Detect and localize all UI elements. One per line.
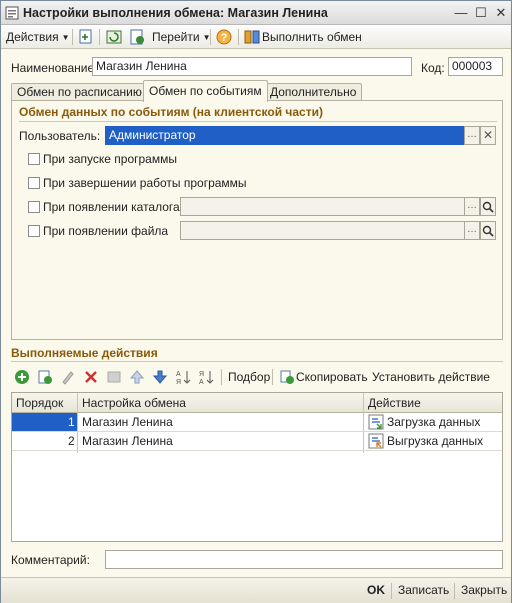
help-icon[interactable]: ? [215, 28, 233, 46]
cell-setting: Магазин Ленина [82, 415, 173, 429]
comment-field[interactable] [105, 550, 503, 569]
actions-menu[interactable]: Действия ▼ [6, 28, 70, 46]
close-button[interactable]: Закрыть [461, 583, 507, 597]
cell-order: 2 [68, 434, 75, 448]
save-button[interactable]: Записать [398, 583, 449, 597]
svg-text:Я: Я [199, 371, 204, 378]
svg-text:A: A [176, 371, 181, 378]
comment-label: Комментарий: [11, 553, 90, 567]
add-row-icon[interactable] [14, 369, 30, 385]
svg-text:?: ? [221, 32, 228, 44]
table-row[interactable]: 2 Магазин Ленина Выгрузка данных [12, 432, 502, 451]
settings-window: Настройки выполнения обмена: Магазин Лен… [0, 0, 512, 603]
move-down-icon[interactable] [152, 369, 168, 385]
execute-exchange-icon [244, 30, 260, 44]
copy-row-icon[interactable] [37, 369, 53, 385]
actions-menu-label: Действия [6, 30, 59, 44]
actions-table: Порядок Настройка обмена Действие 1 Мага… [11, 392, 503, 542]
tab-schedule[interactable]: Обмен по расписанию [11, 83, 148, 101]
copy-icon [280, 370, 294, 384]
on-start-checkbox[interactable] [28, 153, 40, 165]
end-edit-icon[interactable] [106, 369, 122, 385]
delete-icon[interactable] [83, 369, 99, 385]
user-label: Пользователь: [19, 129, 101, 143]
toolbar-divider [210, 29, 211, 45]
ellipsis-icon[interactable]: … [464, 126, 480, 145]
on-start-label: При запуске программы [43, 152, 177, 166]
name-label: Наименование: [11, 61, 98, 75]
on-catalog-label: При появлении каталога [43, 200, 180, 214]
cell-action: Загрузка данных [387, 415, 481, 429]
actions-section-title: Выполняемые действия [11, 346, 158, 360]
cell-setting: Магазин Ленина [82, 434, 173, 448]
app-icon [5, 6, 19, 20]
on-exit-checkbox[interactable] [28, 177, 40, 189]
catalog-path-field[interactable] [180, 197, 465, 216]
goto-menu-label: Перейти [152, 30, 200, 44]
refresh-icon[interactable] [105, 28, 123, 46]
ellipsis-icon[interactable]: … [464, 221, 480, 240]
cell-action: Выгрузка данных [387, 434, 484, 448]
copy-button[interactable]: Скопировать [296, 369, 368, 385]
toolbar-divider [238, 29, 239, 45]
file-path-field[interactable] [180, 221, 465, 240]
close-icon[interactable]: ✕ [493, 5, 509, 21]
chevron-down-icon: ▼ [61, 33, 70, 42]
column-header-action[interactable]: Действие [368, 396, 421, 410]
group-divider [19, 121, 497, 122]
name-field[interactable]: Магазин Ленина [92, 57, 412, 76]
save-document-icon[interactable] [77, 28, 95, 46]
goto-menu[interactable]: Перейти ▼ [152, 28, 210, 46]
footer-divider [454, 583, 455, 599]
table-row[interactable]: 1 Магазин Ленина Загрузка данных [12, 413, 502, 432]
svg-text:A: A [199, 379, 204, 385]
code-field[interactable]: 000003 [448, 57, 503, 76]
table-header: Порядок Настройка обмена Действие [12, 393, 502, 413]
footer-bar: OK Записать Закрыть [1, 577, 511, 603]
cell-order: 1 [68, 415, 75, 429]
edit-icon[interactable] [60, 369, 76, 385]
on-exit-label: При завершении работы программы [43, 176, 247, 190]
window-title: Настройки выполнения обмена: Магазин Лен… [23, 6, 328, 20]
search-icon[interactable] [480, 197, 496, 216]
on-catalog-checkbox[interactable] [28, 201, 40, 213]
tab-additional[interactable]: Дополнительно [264, 83, 363, 101]
maximize-icon[interactable]: ☐ [473, 5, 489, 21]
pick-button[interactable]: Подбор [228, 369, 270, 385]
toolbar-divider [99, 29, 100, 45]
toolbar-divider [72, 29, 73, 45]
clear-icon[interactable]: ✕ [480, 126, 496, 145]
section-divider [11, 361, 503, 362]
set-action-button[interactable]: Установить действие [372, 369, 490, 385]
column-header-setting[interactable]: Настройка обмена [82, 396, 186, 410]
user-field[interactable]: Администратор [105, 126, 465, 145]
code-label: Код: [421, 61, 445, 75]
main-toolbar: Действия ▼ Перейти ▼ ? Выполнить обмен [1, 25, 511, 49]
svg-text:Я: Я [176, 379, 181, 385]
ellipsis-icon[interactable]: … [464, 197, 480, 216]
load-data-icon [368, 414, 384, 430]
toolbar-divider [272, 369, 273, 385]
on-file-checkbox[interactable] [28, 225, 40, 237]
events-group-title: Обмен данных по событиям (на клиентской … [19, 105, 323, 119]
sort-ascending-icon[interactable]: A Я [175, 369, 191, 385]
footer-divider [391, 583, 392, 599]
sort-descending-icon[interactable]: Я A [198, 369, 214, 385]
search-icon[interactable] [480, 221, 496, 240]
tab-events[interactable]: Обмен по событиям [143, 80, 268, 102]
ok-button[interactable]: OK [367, 583, 385, 597]
on-file-label: При появлении файла [43, 224, 169, 238]
column-header-order[interactable]: Порядок [16, 396, 63, 410]
title-bar: Настройки выполнения обмена: Магазин Лен… [1, 1, 511, 25]
move-up-icon[interactable] [129, 369, 145, 385]
document-icon[interactable] [128, 28, 146, 46]
toolbar-divider [221, 369, 222, 385]
minimize-icon[interactable]: — [453, 5, 469, 21]
execute-exchange-button[interactable]: Выполнить обмен [262, 28, 362, 46]
unload-data-icon [368, 433, 384, 449]
